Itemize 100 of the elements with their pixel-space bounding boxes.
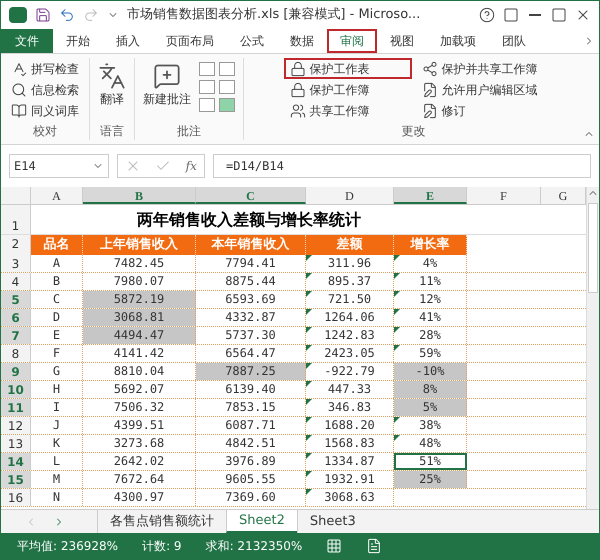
table-cell: 6593.69 [196,291,306,308]
ribbon-button[interactable]: 保护工作表 [284,58,412,79]
ribbon-tab[interactable]: 数据 [277,29,327,53]
table-cell: -10% [394,363,467,380]
group-label: 语言 [100,123,124,140]
row-header[interactable]: 6 [1,309,31,326]
table-cell: 1264.06 [306,309,394,326]
row-header[interactable]: 3 [1,255,31,272]
name-box[interactable]: E14 [9,154,109,178]
file-tab[interactable]: 文件 [1,29,53,53]
table-cell: 895.37 [306,273,394,290]
table-cell: 59% [394,345,467,362]
minimize-icon[interactable] [529,14,541,16]
lock-book-icon [290,82,306,98]
ribbon-button[interactable]: 允许用户编辑区域 [416,79,544,100]
ribbon-tab[interactable]: 开始 [53,29,103,53]
table-cell: 7980.07 [83,273,196,290]
table-cell: 25% [394,471,467,488]
scrollbar-thumb[interactable] [588,203,598,293]
row-header[interactable]: 5 [1,291,31,308]
ribbon-button[interactable]: 修订 [416,100,544,121]
table-cell: F [31,345,83,362]
table-cell: 3068.63 [306,489,394,506]
row-header[interactable]: 11 [1,399,31,416]
table-cell: 48% [394,435,467,452]
table-cell: L [31,453,83,470]
column-header[interactable]: E [394,187,467,204]
formula-field[interactable]: =D14/B14 [213,154,591,178]
row-header[interactable]: 7 [1,327,31,344]
ribbon-tab[interactable]: 加载项 [427,29,489,53]
row-header[interactable]: 13 [1,435,31,452]
row-header[interactable]: 4 [1,273,31,290]
table-cell: 28% [394,327,467,344]
row-header[interactable]: 14 [1,453,31,470]
table-cell: 4% [394,255,467,272]
table-cell: 311.96 [306,255,394,272]
ribbon-button[interactable]: 保护并共享工作簿 [416,58,544,79]
table-cell: 5% [394,399,467,416]
table-cell: 7672.64 [83,471,196,488]
ribbon-tab[interactable]: 公式 [227,29,277,53]
table-cell: 4494.47 [83,327,196,344]
table-cell: 9605.55 [196,471,306,488]
table-cell: 6087.71 [196,417,306,434]
lock-sheet-icon [290,60,306,76]
row-header[interactable]: 2 [1,235,31,255]
comment-icon [153,62,181,90]
ribbon-button[interactable]: 共享工作簿 [284,100,412,121]
table-cell: J [31,417,83,434]
ribbon-tab[interactable]: 团队 [489,29,539,53]
table-cell: I [31,399,83,416]
sheet-title: 两年销售收入差额与增长率统计 [136,209,362,231]
ribbon-tab[interactable]: 页面布局 [153,29,227,53]
table-cell: A [31,255,83,272]
table-cell: 1688.20 [306,417,394,434]
research-icon [11,82,27,98]
ribbon-tab[interactable]: 审阅 [327,29,377,53]
translate-button[interactable]: 翻译 [98,58,126,108]
ribbon-button[interactable]: 拼写检查 [5,58,85,79]
ribbon-button[interactable]: 同义词库 [5,100,85,121]
table-cell: K [31,435,83,452]
track-changes-icon [422,102,438,118]
row-header[interactable]: 16 [1,489,31,506]
edit-range-icon [422,82,438,98]
table-cell: 4300.97 [83,489,196,506]
ribbon-tab[interactable]: 视图 [377,29,427,53]
row-header[interactable]: 1 [1,205,31,234]
row-header[interactable]: 8 [1,345,31,362]
row-header[interactable]: 12 [1,417,31,434]
column-header[interactable]: C [196,187,306,204]
table-cell: 4842.51 [196,435,306,452]
header-cell: 品名 [31,235,83,255]
ribbon-tab[interactable]: 插入 [103,29,153,53]
row-header[interactable]: 10 [1,381,31,398]
row-header[interactable]: 15 [1,471,31,488]
table-cell: 3068.81 [83,309,196,326]
new-comment-button[interactable]: 新建批注 [143,58,191,112]
maximize-icon [551,7,567,23]
column-header[interactable]: F [467,187,541,204]
save-icon [35,7,51,23]
table-cell: 1242.83 [306,327,394,344]
ribbon-button[interactable]: 保护工作簿 [284,79,412,100]
table-cell: 7369.60 [196,489,306,506]
table-cell: 7794.41 [196,255,306,272]
status-average: 平均值: 236928% [17,538,118,555]
table-cell: 7482.45 [83,255,196,272]
sheet-tab[interactable]: Sheet2 [226,510,297,533]
status-count: 计数: 9 [142,538,182,555]
column-header[interactable]: B [83,187,196,204]
table-cell: 7506.32 [83,399,196,416]
ribbon-button[interactable]: 信息检索 [5,79,85,100]
insert-function-button[interactable]: fx [186,157,197,175]
table-cell: B [31,273,83,290]
undo-icon [59,7,75,23]
table-cell: M [31,471,83,488]
table-cell: 6564.47 [196,345,306,362]
table-cell: 4399.51 [83,417,196,434]
row-header[interactable]: 9 [1,363,31,380]
table-cell: 4141.42 [83,345,196,362]
table-cell: N [31,489,83,506]
table-cell: 41% [394,309,467,326]
